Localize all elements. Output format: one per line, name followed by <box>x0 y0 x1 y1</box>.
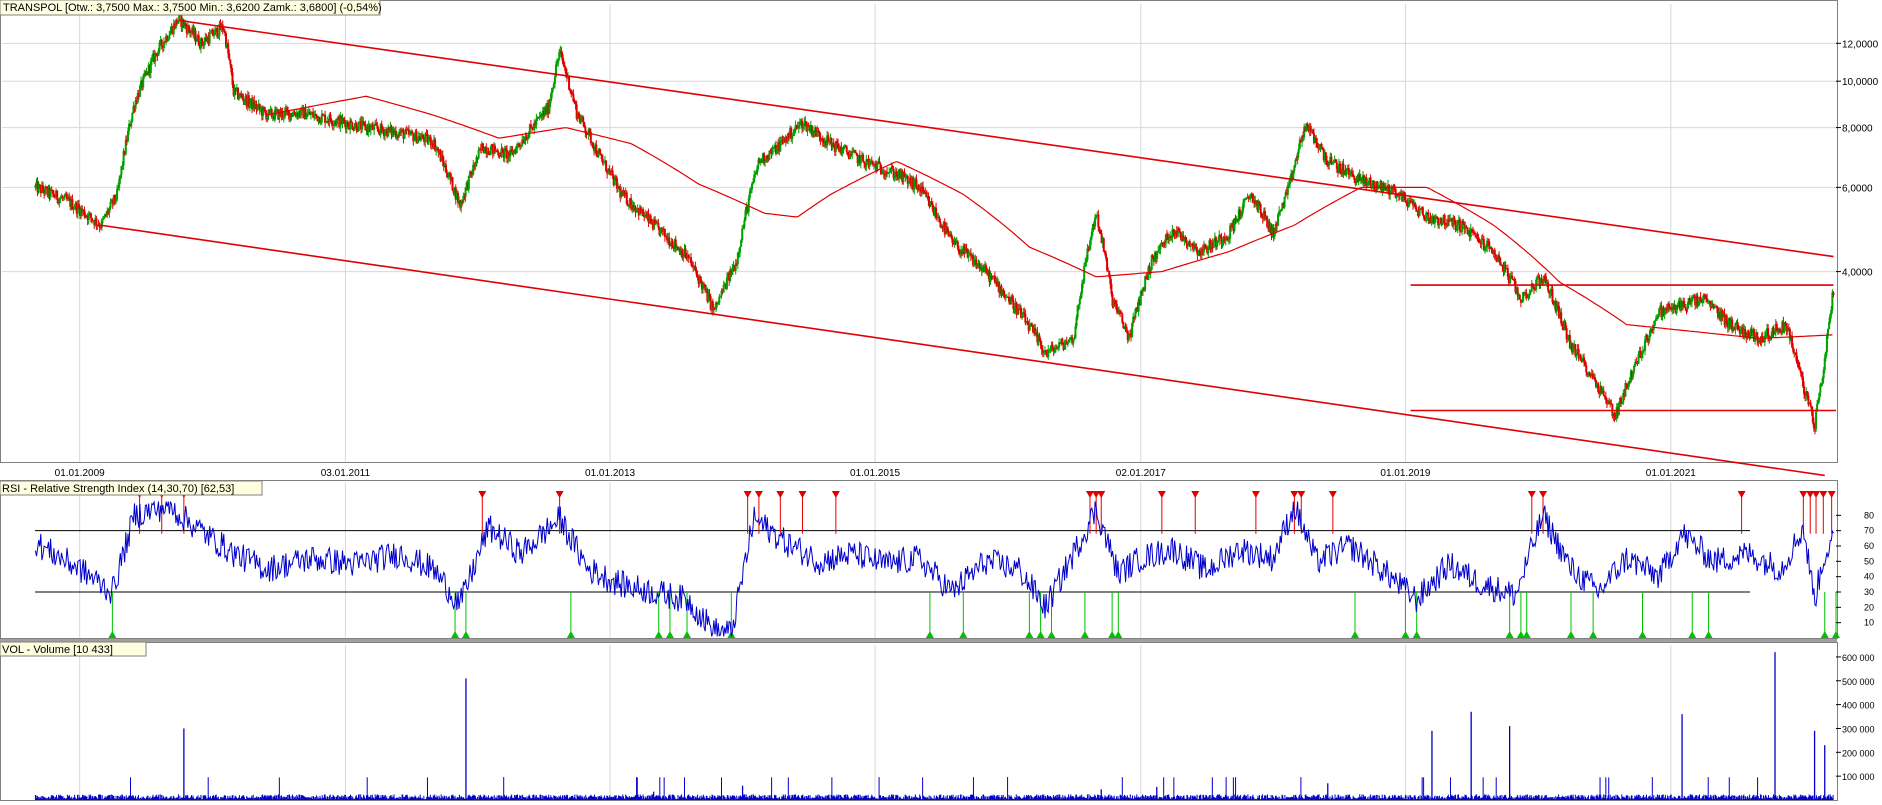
price-candle-body <box>582 116 585 123</box>
price-candle-body <box>59 198 62 200</box>
rsi-y-tick-label: 70 <box>1864 526 1874 536</box>
price-candle-body <box>160 39 163 46</box>
rsi-y-tick-label: 10 <box>1864 618 1874 628</box>
price-candle-body <box>605 160 608 172</box>
price-candle-body <box>1259 204 1262 214</box>
price-candle-body <box>1440 218 1443 224</box>
price-candle-body <box>845 146 848 152</box>
price-candle-body <box>1102 238 1105 252</box>
price-candle-body <box>419 137 422 141</box>
price-candle-body <box>568 75 571 90</box>
price-candle-body <box>89 213 92 218</box>
price-y-tick-label: 4,0000 <box>1842 268 1873 279</box>
price-y-tick-label: 8,0000 <box>1842 124 1873 135</box>
price-candle-body <box>1066 342 1069 345</box>
price-candle-body <box>1547 282 1550 291</box>
price-candle-body <box>1509 277 1512 284</box>
date-tick-label: 01.01.2021 <box>1646 468 1696 479</box>
price-candle-body <box>1494 254 1497 258</box>
price-candle-body <box>377 128 380 132</box>
price-candle-body <box>1207 249 1210 254</box>
price-candle-body <box>1012 299 1015 310</box>
stock-chart-window: 12,0000 10,0000 8,0000 6,0000 4,0000 01.01.2… <box>0 0 1882 805</box>
date-tick-label: 03.01.2011 <box>321 468 371 479</box>
price-candle-body <box>1372 180 1375 186</box>
price-candle-body <box>1097 214 1100 228</box>
price-candle-body <box>743 220 746 228</box>
price-candle-body <box>1602 390 1605 396</box>
date-tick-label: 01.01.2015 <box>850 468 900 479</box>
price-candle-body <box>592 142 595 148</box>
price-candle-body <box>1121 313 1124 323</box>
price-candle-body <box>1827 329 1830 336</box>
price-candle-body <box>1098 227 1101 230</box>
price-candle-body <box>1159 244 1162 250</box>
price-candle-body <box>168 35 171 40</box>
price-candle-body <box>529 124 532 127</box>
price-candle-body <box>373 125 376 130</box>
rsi-y-tick-label: 50 <box>1864 556 1874 566</box>
price-candle-body <box>608 168 611 171</box>
date-tick-label: 01.01.2013 <box>585 468 635 479</box>
price-candle-body <box>1585 365 1588 373</box>
price-candle-body <box>49 189 52 197</box>
date-tick-label: 01.01.2009 <box>55 468 105 479</box>
price-y-tick-label: 12,0000 <box>1842 39 1879 50</box>
date-tick-label: 01.01.2019 <box>1380 468 1430 479</box>
price-candle-body <box>208 33 211 44</box>
price-candle-body <box>1156 251 1159 259</box>
price-candle-body <box>131 112 134 121</box>
price-candle-body <box>477 150 480 159</box>
price-candle-body <box>1441 223 1444 225</box>
rsi-y-tick-label: 60 <box>1864 541 1874 551</box>
price-candle-body <box>1078 298 1081 305</box>
panel-separator[interactable] <box>0 639 1837 642</box>
price-candle-body <box>1809 402 1812 406</box>
price-candle-body <box>403 133 406 139</box>
price-candle-body <box>1212 240 1215 248</box>
price-candle-body <box>1815 411 1818 430</box>
price-candle-body <box>213 35 216 37</box>
price-candle-body <box>315 113 318 116</box>
rsi-panel-title: RSI - Relative Strength Index (14,30,70)… <box>2 483 234 495</box>
price-candle-body <box>862 154 865 162</box>
price-candle-body <box>1832 292 1835 296</box>
price-panel-title: TRANSPOL [Otw.: 3,7500 Max.: 3,7500 Min.… <box>3 2 382 14</box>
price-candle-body <box>1073 338 1076 340</box>
price-candle-body <box>209 32 212 34</box>
price-candle-body <box>229 59 232 65</box>
price-candle-body <box>1504 264 1507 269</box>
price-candle-body <box>1653 320 1656 326</box>
price-candle-body <box>1518 295 1521 300</box>
price-candle-body <box>451 177 454 191</box>
rsi-y-tick-label: 30 <box>1864 587 1874 597</box>
price-candle-body <box>1283 196 1286 208</box>
price-candle-body <box>228 53 231 60</box>
price-y-tick-label: 6,0000 <box>1842 183 1873 194</box>
price-candle-body <box>109 201 112 208</box>
rsi-y-tick-label: 20 <box>1864 602 1874 612</box>
price-candle-body <box>1668 303 1671 307</box>
price-candle-body <box>718 296 721 304</box>
price-candle-body <box>1458 219 1461 232</box>
price-y-tick-label: 10,0000 <box>1842 77 1879 88</box>
price-candle-body <box>1421 207 1424 216</box>
rsi-y-tick-label: 40 <box>1864 572 1874 582</box>
price-candle-body <box>1320 143 1323 148</box>
price-candle-body <box>739 246 742 253</box>
price-candle-body <box>95 218 98 226</box>
price-candle-body <box>1083 265 1086 282</box>
date-tick-label: 02.01.2017 <box>1116 468 1166 479</box>
price-candle-body <box>657 222 660 228</box>
price-candle-body <box>791 136 794 139</box>
price-candle-body <box>553 76 556 85</box>
price-candle-body <box>1453 217 1456 221</box>
rsi-y-tick-label: 80 <box>1864 510 1874 520</box>
chart-background <box>0 0 1882 805</box>
price-candle-body <box>1511 275 1514 279</box>
price-candle-body <box>741 228 744 241</box>
